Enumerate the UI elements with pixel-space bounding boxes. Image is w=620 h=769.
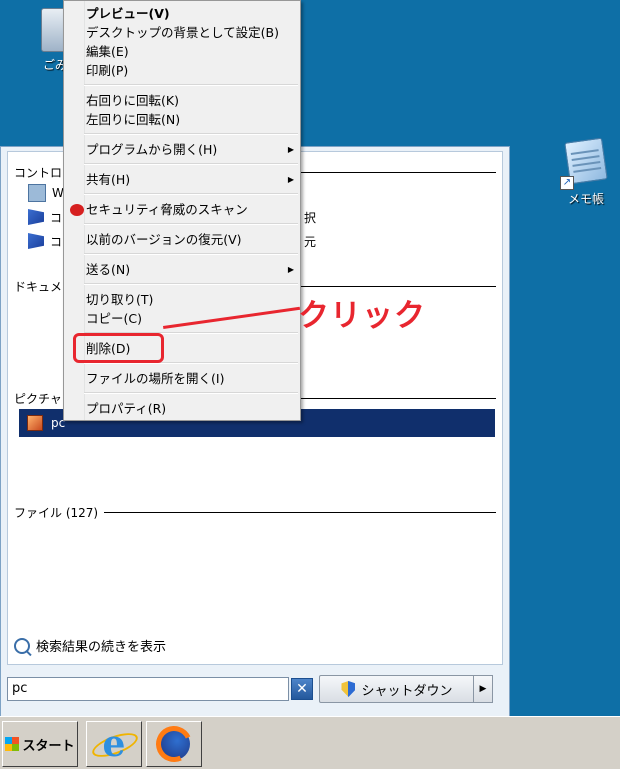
menu-item-set-background[interactable]: デスクトップの背景として設定(B) [86, 23, 279, 42]
list-item-suffix: 元 [304, 234, 317, 249]
notepad-desktop-icon[interactable]: ↗ メモ帳 [556, 137, 616, 207]
menu-item-send-to[interactable]: 送る(N) [86, 260, 130, 279]
taskbar-firefox[interactable] [146, 721, 202, 767]
start-button-label: スタート [22, 738, 75, 754]
annotation-click-text: クリック [298, 298, 426, 334]
group-files-header[interactable]: ファイル (127) [14, 504, 98, 521]
internet-explorer-icon: e [102, 723, 126, 765]
menu-separator [84, 253, 298, 255]
group-divider [300, 172, 496, 173]
clear-search-button[interactable]: ✕ [291, 678, 313, 700]
submenu-arrow-icon: ▶ [287, 265, 294, 274]
menu-item-edit[interactable]: 編集(E) [86, 42, 129, 61]
flag-icon [28, 209, 44, 225]
menu-item-print[interactable]: 印刷(P) [86, 61, 128, 80]
annotation-highlight-box [73, 333, 164, 363]
list-item[interactable]: W [28, 182, 64, 204]
list-item-label: コ [50, 210, 63, 225]
menu-item-rotate-left[interactable]: 左回りに回転(N) [86, 110, 180, 129]
list-item[interactable]: コ [28, 206, 62, 228]
menu-item-properties[interactable]: プロパティ(R) [86, 399, 166, 418]
group-pictures-header[interactable]: ピクチャ ( [14, 390, 70, 407]
menu-separator [84, 392, 298, 394]
group-divider [300, 398, 496, 399]
search-icon [14, 637, 30, 654]
taskbar: スタート e [0, 716, 620, 769]
shutdown-options-button[interactable]: ▶ [473, 675, 493, 703]
flag-icon [28, 233, 44, 249]
menu-item-open-file-location[interactable]: ファイルの場所を開く(I) [86, 369, 224, 388]
taskbar-internet-explorer[interactable]: e [86, 721, 142, 767]
menu-item-preview[interactable]: プレビュー(V) [86, 4, 170, 23]
shutdown-button[interactable]: シャットダウン [319, 675, 475, 703]
list-item[interactable]: コ [28, 230, 62, 252]
group-divider [104, 512, 496, 513]
shutdown-label: シャットダウン [361, 683, 453, 699]
menu-item-security-scan[interactable]: セキュリティ脅威のスキャン [86, 200, 248, 219]
menu-separator [84, 163, 298, 165]
menu-separator [84, 84, 298, 86]
search-input[interactable]: pc [7, 677, 289, 701]
firefox-icon [158, 728, 190, 760]
see-more-results-label: 検索結果の続きを表示 [36, 640, 167, 655]
notepad-label: メモ帳 [567, 192, 604, 206]
group-divider [300, 286, 496, 287]
menu-item-share[interactable]: 共有(H) [86, 170, 130, 189]
start-button[interactable]: スタート [2, 721, 78, 767]
menu-separator [84, 223, 298, 225]
menu-separator [84, 283, 298, 285]
shield-icon [341, 681, 356, 697]
menu-item-open-with[interactable]: プログラムから開く(H) [86, 140, 217, 159]
menu-item-rotate-right[interactable]: 右回りに回転(K) [86, 91, 179, 110]
list-item-suffix: 択 [304, 210, 317, 225]
image-file-icon [27, 415, 43, 431]
window-icon [28, 184, 46, 202]
menu-separator [84, 193, 298, 195]
windows-logo-icon [5, 737, 20, 751]
security-scan-icon [70, 204, 84, 216]
shortcut-arrow-icon: ↗ [560, 176, 574, 190]
menu-separator [84, 133, 298, 135]
menu-item-cut[interactable]: 切り取り(T) [86, 290, 153, 309]
see-more-results-link[interactable]: 検索結果の続きを表示 [14, 636, 166, 655]
submenu-arrow-icon: ▶ [287, 145, 294, 154]
submenu-arrow-icon: ▶ [287, 175, 294, 184]
menu-item-copy[interactable]: コピー(C) [86, 309, 142, 328]
list-item-label: コ [50, 234, 63, 249]
menu-item-restore-previous[interactable]: 以前のバージョンの復元(V) [86, 230, 242, 249]
